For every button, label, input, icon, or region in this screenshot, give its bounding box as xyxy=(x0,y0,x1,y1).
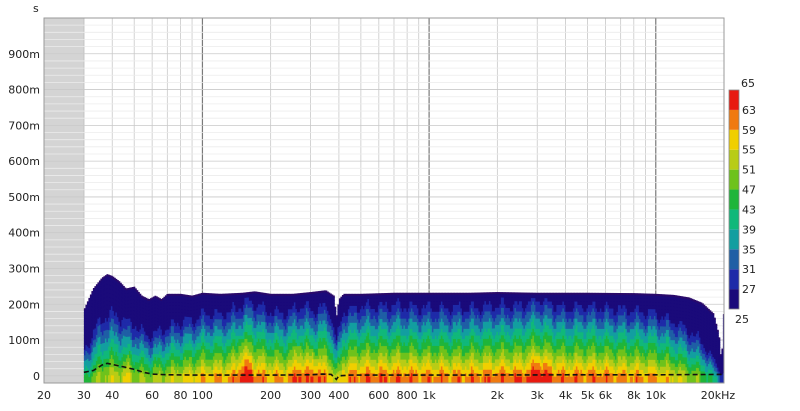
chart-svg: 0100m200m300m400m500m600m700m800m900m 20… xyxy=(0,0,800,407)
waterfall-chart: 0100m200m300m400m500m600m700m800m900m 20… xyxy=(0,0,800,407)
waterfall-cell xyxy=(333,297,335,301)
excluded-frequency-region xyxy=(44,18,84,383)
waterfall-edge xyxy=(139,294,141,296)
waterfall-edge xyxy=(133,287,135,289)
excluded-band xyxy=(44,18,84,383)
waterfall-cell xyxy=(334,308,336,311)
waterfall-edge xyxy=(138,292,140,294)
waterfall-edge xyxy=(333,295,335,297)
waterfall-edge xyxy=(135,288,137,290)
waterfall-edge xyxy=(136,290,138,292)
waterfall-cell xyxy=(334,311,336,314)
waterfall-cell xyxy=(333,300,335,304)
waterfall-edge xyxy=(334,307,336,309)
